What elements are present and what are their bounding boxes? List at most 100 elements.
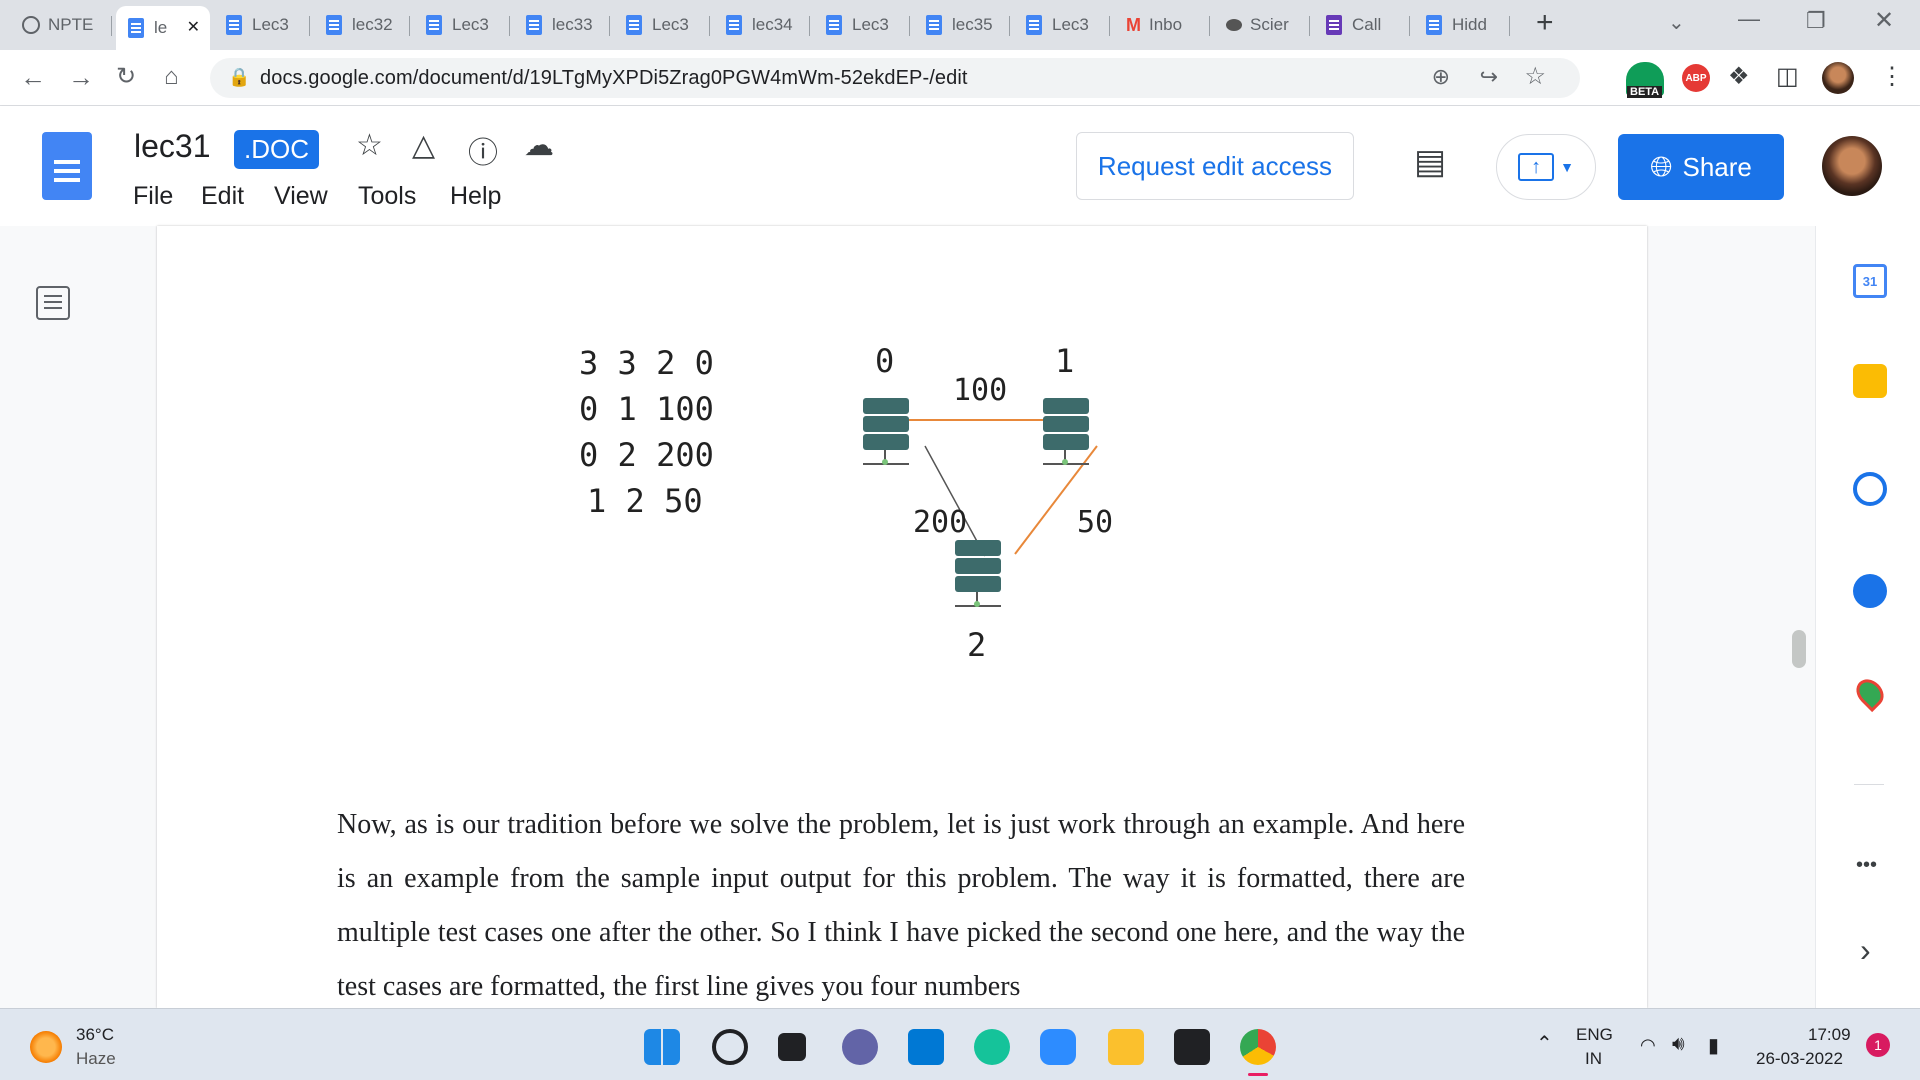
request-edit-access-button[interactable]: Request edit access: [1076, 132, 1354, 200]
menu-edit[interactable]: Edit: [201, 182, 244, 211]
document-page[interactable]: 3 3 2 0 0 1 100 0 2 200 1 2 50 100 200 5…: [157, 226, 1647, 1008]
comments-icon[interactable]: ▤: [1414, 142, 1446, 182]
browser-tab[interactable]: lec33: [514, 8, 610, 42]
grammarly-icon[interactable]: [974, 1029, 1010, 1065]
input-region[interactable]: IN: [1585, 1049, 1602, 1069]
battery-icon[interactable]: ▮: [1708, 1033, 1719, 1058]
keep-icon[interactable]: [1853, 364, 1887, 398]
tab-separator: [409, 16, 410, 36]
tab-label: Lec3: [652, 15, 689, 34]
chrome-icon[interactable]: [1240, 1029, 1276, 1065]
sticky-notes-icon[interactable]: [1174, 1029, 1210, 1065]
adblock-icon[interactable]: ABP: [1682, 64, 1710, 92]
tab-label: lec34: [752, 15, 793, 34]
menu-view[interactable]: View: [274, 182, 328, 211]
search-icon[interactable]: [712, 1029, 748, 1065]
browser-tab[interactable]: Lec3: [214, 8, 310, 42]
edge-weight-0-1: 100: [953, 373, 1007, 408]
zoom-app-icon[interactable]: [1040, 1029, 1076, 1065]
url-text[interactable]: docs.google.com/document/d/19LTgMyXPDi5Z…: [260, 67, 968, 90]
browser-tab[interactable]: Lec3: [414, 8, 510, 42]
tab-label: NPTE: [48, 15, 94, 34]
back-icon[interactable]: ←: [20, 64, 46, 90]
profile-avatar[interactable]: [1822, 62, 1854, 94]
restore-button[interactable]: ❐: [1806, 8, 1826, 34]
volume-icon[interactable]: 🔊︎: [1672, 1033, 1685, 1056]
browser-tab[interactable]: lec35: [914, 8, 1010, 42]
input-language[interactable]: ENG: [1576, 1025, 1613, 1045]
body-paragraph[interactable]: Now, as is our tradition before we solve…: [337, 798, 1465, 1014]
tab-separator: [309, 16, 310, 36]
browser-tab[interactable]: Scier: [1214, 8, 1310, 42]
tab-separator: [609, 16, 610, 36]
tray-overflow-icon[interactable]: ⌃: [1536, 1031, 1553, 1056]
contacts-icon[interactable]: [1853, 574, 1887, 608]
side-divider: [1854, 784, 1884, 785]
beta-label: BETA: [1627, 86, 1663, 98]
weather-description[interactable]: Haze: [76, 1049, 116, 1069]
info-icon[interactable]: ⓘ: [468, 128, 498, 172]
teams-chat-icon[interactable]: [842, 1029, 878, 1065]
forward-icon[interactable]: →: [68, 64, 94, 90]
wifi-icon[interactable]: ◠: [1640, 1035, 1656, 1056]
browser-tab[interactable]: NPTE: [10, 8, 112, 42]
share-button[interactable]: 🌐︎ Share: [1618, 134, 1784, 200]
graph-svg: 3 3 2 0 0 1 100 0 2 200 1 2 50 100 200 5…: [579, 342, 1113, 664]
calendar-icon[interactable]: 31: [1853, 264, 1887, 298]
browser-tab[interactable]: le ✕: [116, 6, 210, 50]
tab-search-icon[interactable]: ⌄: [1668, 10, 1685, 36]
close-tab-icon[interactable]: ✕: [187, 17, 200, 37]
file-explorer-icon[interactable]: [1108, 1029, 1144, 1065]
menu-file[interactable]: File: [133, 182, 173, 211]
outline-icon[interactable]: [36, 286, 70, 320]
maps-icon[interactable]: [1850, 673, 1890, 713]
close-window-button[interactable]: ✕: [1874, 8, 1894, 34]
add-to-drive-icon[interactable]: △: [412, 128, 435, 163]
present-button[interactable]: ↑ ▼: [1496, 134, 1596, 200]
star-icon[interactable]: ☆: [356, 128, 383, 163]
file-type-badge: .DOC: [234, 130, 319, 169]
browser-menu-icon[interactable]: ⋮: [1880, 64, 1904, 90]
extension-beta-icon[interactable]: BETA: [1626, 62, 1664, 98]
zoom-icon[interactable]: ⊕: [1432, 64, 1450, 90]
browser-tab[interactable]: Lec3: [1014, 8, 1110, 42]
reload-icon[interactable]: ↻: [116, 64, 136, 90]
bookmark-star-icon[interactable]: ☆: [1524, 62, 1546, 91]
address-bar[interactable]: 🔒 docs.google.com/document/d/19LTgMyXPDi…: [210, 58, 1580, 98]
tasks-icon[interactable]: [1853, 472, 1887, 506]
clock-date[interactable]: 26-03-2022: [1756, 1049, 1843, 1069]
tab-separator: [111, 16, 112, 36]
new-tab-button[interactable]: +: [1536, 8, 1554, 38]
menu-tools[interactable]: Tools: [358, 182, 416, 211]
google-docs-logo-icon[interactable]: [42, 132, 92, 200]
notification-badge[interactable]: 1: [1866, 1033, 1890, 1057]
browser-tab[interactable]: lec32: [314, 8, 410, 42]
more-addons-icon[interactable]: •••: [1856, 854, 1877, 877]
home-icon[interactable]: ⌂: [164, 64, 179, 90]
browser-tab[interactable]: Call: [1314, 8, 1410, 42]
browser-tab[interactable]: M Inbo: [1114, 8, 1210, 42]
sidepanel-toggle-icon[interactable]: ◫: [1776, 64, 1799, 90]
account-avatar[interactable]: [1822, 136, 1882, 196]
browser-tab[interactable]: lec34: [714, 8, 810, 42]
minimize-button[interactable]: —: [1738, 6, 1760, 32]
server-node-0: [863, 398, 909, 465]
weather-icon[interactable]: [30, 1031, 62, 1063]
weather-temperature[interactable]: 36°C: [76, 1025, 114, 1045]
browser-tab[interactable]: Lec3: [814, 8, 910, 42]
docs-icon: [426, 15, 442, 35]
menu-help[interactable]: Help: [450, 182, 501, 211]
expand-panel-icon[interactable]: ›: [1860, 932, 1871, 969]
cloud-status-icon[interactable]: ☁: [524, 128, 554, 163]
extensions-puzzle-icon[interactable]: ❖: [1728, 64, 1750, 90]
share-page-icon[interactable]: ↪: [1480, 64, 1498, 90]
browser-tab[interactable]: Lec3: [614, 8, 710, 42]
browser-tab[interactable]: Hidd: [1414, 8, 1510, 42]
clock-time[interactable]: 17:09: [1808, 1025, 1851, 1045]
tab-separator: [1509, 16, 1510, 36]
document-title[interactable]: lec31: [134, 128, 211, 165]
scrollbar-thumb[interactable]: [1792, 630, 1806, 668]
start-windows-icon[interactable]: [644, 1029, 680, 1065]
task-view-icon[interactable]: [778, 1033, 806, 1061]
store-icon[interactable]: [908, 1029, 944, 1065]
